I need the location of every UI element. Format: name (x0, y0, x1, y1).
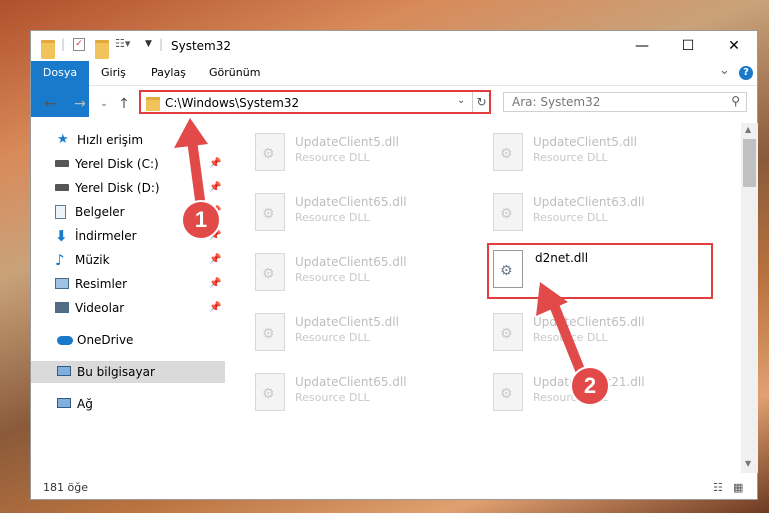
arrow-to-address-bar (174, 118, 208, 205)
step-1-badge: 1 (181, 200, 221, 240)
instruction-arrows (174, 118, 585, 375)
arrow-to-d2net-file (536, 282, 585, 375)
step-2-badge: 2 (570, 366, 610, 406)
